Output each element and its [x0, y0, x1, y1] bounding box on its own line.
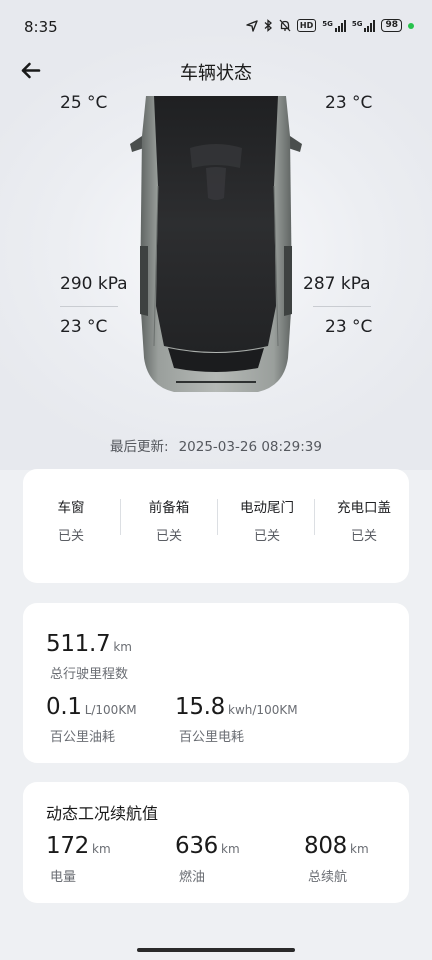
- electric-range-label: 电量: [50, 870, 77, 885]
- total-range-value: 808 km: [304, 833, 369, 859]
- electric-range-value: 172 km: [46, 833, 111, 859]
- range-card: 动态工况续航值 172 km 电量 636 km 燃油 808 km 总续航: [23, 782, 409, 903]
- fuel-range-value: 636 km: [175, 833, 240, 859]
- signal-icon-2: 5G: [352, 19, 376, 32]
- fuel-range-label: 燃油: [179, 870, 206, 885]
- closure-state: 已关: [57, 529, 84, 544]
- closure-state: 已关: [253, 529, 280, 544]
- divider: [60, 306, 118, 307]
- stats-card: 511.7 km 总行驶里程数 0.1 L/100KM 百公里油耗 15.8 kwh/…: [23, 603, 409, 763]
- last-update: 最后更新: 2025-03-26 08:29:39: [0, 435, 432, 455]
- page-title: 车辆状态: [180, 63, 252, 84]
- mute-bell-icon: [279, 19, 291, 32]
- signal-icon: 5G: [322, 19, 346, 32]
- hd-badge: HD: [296, 19, 317, 32]
- status-bar: 8:35 HD 5G 5G 98: [0, 0, 432, 56]
- bluetooth-icon: [264, 19, 272, 32]
- closure-state: 已关: [350, 529, 377, 544]
- odometer-label: 总行驶里程数: [50, 667, 129, 682]
- power-consumption-value: 15.8 kwh/100KM: [175, 694, 298, 720]
- rear-right-tire-pressure: 287 kPa: [303, 274, 371, 294]
- last-update-value: 2025-03-26 08:29:39: [178, 439, 322, 455]
- divider: [314, 499, 315, 535]
- rear-right-tire-temp: 23 °C: [325, 317, 373, 337]
- status-icons: HD 5G 5G 98: [246, 19, 414, 32]
- privacy-indicator-dot: [408, 22, 414, 29]
- divider: [313, 306, 371, 307]
- fuel-consumption-label: 百公里油耗: [50, 730, 116, 745]
- home-indicator[interactable]: [137, 948, 295, 952]
- divider: [217, 499, 218, 535]
- closure-name: 充电口盖: [337, 500, 391, 516]
- total-range-label: 总续航: [308, 870, 348, 885]
- front-right-tire-temp: 23 °C: [325, 93, 373, 113]
- status-time: 8:35: [24, 18, 58, 36]
- fuel-consumption-value: 0.1 L/100KM: [46, 694, 137, 720]
- last-update-label: 最后更新:: [110, 439, 169, 455]
- range-title: 动态工况续航值: [46, 804, 159, 823]
- closure-state: 已关: [155, 529, 182, 544]
- closure-name: 前备箱: [148, 500, 190, 516]
- car-top-view-image: [130, 96, 302, 392]
- rear-left-tire-pressure: 290 kPa: [60, 274, 128, 294]
- power-consumption-label: 百公里电耗: [179, 730, 245, 745]
- closure-name: 电动尾门: [240, 500, 294, 516]
- closures-card: 车窗 已关 前备箱 已关 电动尾门 已关 充电口盖 已关: [23, 469, 409, 583]
- front-left-tire-temp: 25 °C: [60, 93, 108, 113]
- location-icon: [246, 19, 258, 32]
- rear-left-tire-temp: 23 °C: [60, 317, 108, 337]
- odometer-value: 511.7 km: [46, 631, 132, 657]
- battery-icon: 98: [381, 19, 402, 32]
- closure-name: 车窗: [57, 500, 85, 516]
